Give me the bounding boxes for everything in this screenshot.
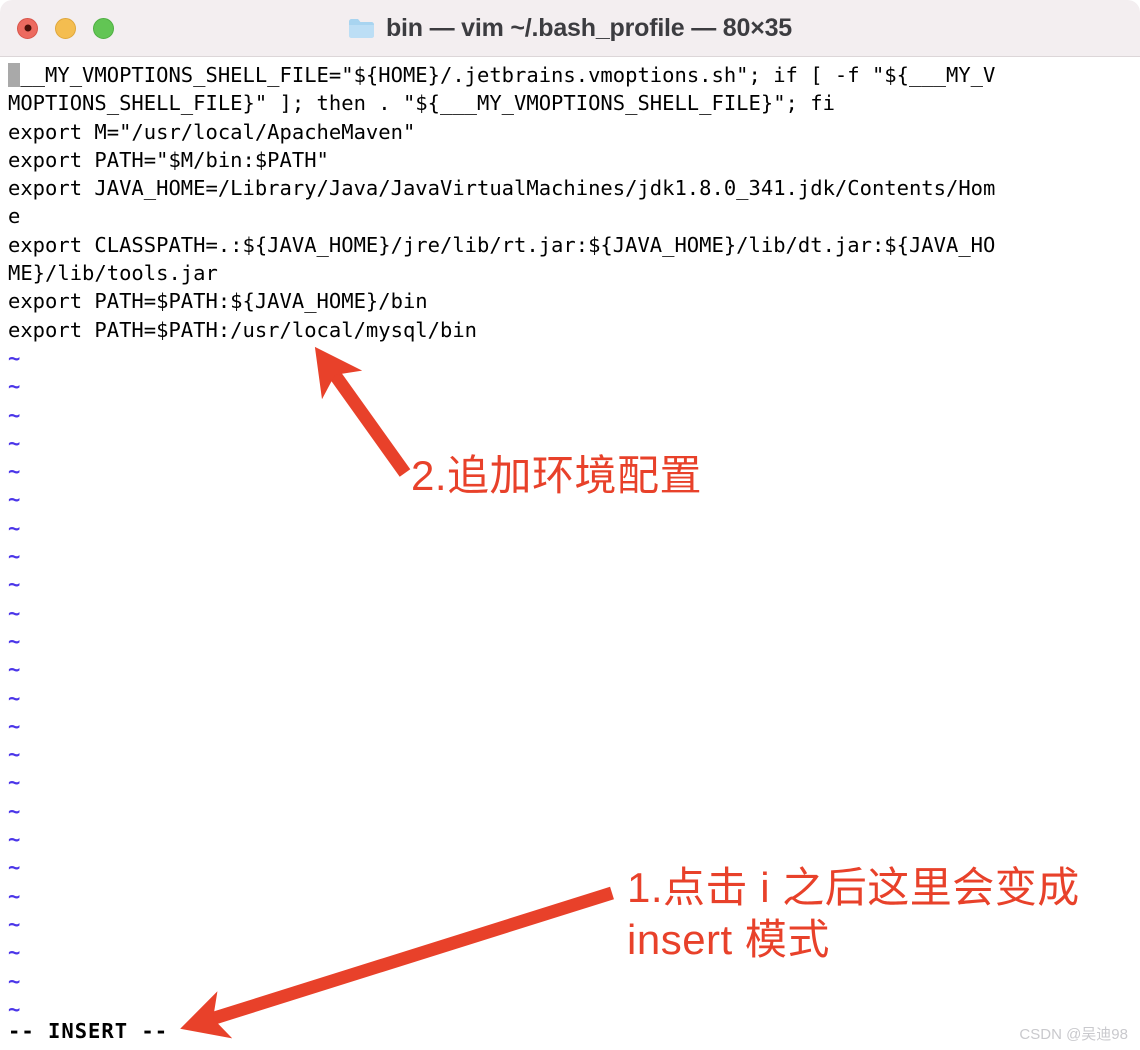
- empty-line-marker: ~: [8, 827, 21, 852]
- window-controls: [17, 0, 114, 56]
- terminal-window: bin — vim ~/.bash_profile — 80×35 __MY_V…: [0, 0, 1140, 1050]
- window-title: bin — vim ~/.bash_profile — 80×35: [385, 13, 793, 42]
- minimize-button[interactable]: [55, 17, 76, 39]
- buffer-line: __MY_VMOPTIONS_SHELL_FILE="${HOME}/.jetb…: [8, 61, 1140, 89]
- close-button[interactable]: [17, 17, 38, 39]
- empty-line-marker: ~: [8, 515, 21, 540]
- empty-line-marker: ~: [8, 544, 21, 569]
- empty-line-marker: ~: [8, 374, 21, 399]
- buffer-line: e: [8, 204, 21, 229]
- empty-line-marker: ~: [8, 742, 21, 767]
- empty-line-marker: ~: [8, 770, 21, 795]
- empty-line-marker: ~: [8, 996, 21, 1021]
- buffer-line: export M="/usr/local/ApacheMaven": [8, 119, 416, 144]
- maximize-button[interactable]: [93, 17, 114, 39]
- buffer-line: ME}/lib/tools.jar: [8, 261, 218, 286]
- title-bar: bin — vim ~/.bash_profile — 80×35: [0, 0, 1140, 57]
- csdn-watermark: CSDN @吴迪98: [1019, 1026, 1128, 1043]
- empty-line-marker: ~: [8, 600, 21, 625]
- folder-icon: [348, 19, 374, 38]
- window-title-group: bin — vim ~/.bash_profile — 80×35: [0, 14, 1140, 43]
- buffer-line: export JAVA_HOME=/Library/Java/JavaVirtu…: [8, 176, 996, 201]
- buffer-line: export PATH=$PATH:/usr/local/mysql/bin: [8, 317, 477, 342]
- buffer-line: export PATH="$M/bin:$PATH": [8, 147, 329, 172]
- annotation-insert-mode-hint: 1.点击 i 之后这里会变成 insert 模式: [627, 864, 1080, 963]
- empty-line-marker: ~: [8, 657, 21, 682]
- buffer-line: MOPTIONS_SHELL_FILE}" ]; then . "${___MY…: [8, 91, 835, 116]
- cursor-block: [8, 63, 21, 87]
- empty-line-marker: ~: [8, 685, 21, 710]
- empty-line-marker: ~: [8, 402, 21, 427]
- empty-line-marker: ~: [8, 628, 21, 653]
- empty-line-marker: ~: [8, 572, 21, 597]
- empty-line-marker: ~: [8, 968, 21, 993]
- buffer-line: export PATH=$PATH:${JAVA_HOME}/bin: [8, 289, 428, 314]
- empty-line-marker: ~: [8, 345, 21, 370]
- empty-line-marker: ~: [8, 713, 21, 738]
- annotation-append-env-config: 2.追加环境配置: [411, 452, 703, 499]
- empty-line-marker: ~: [8, 798, 21, 823]
- buffer-line: export CLASSPATH=.:${JAVA_HOME}/jre/lib/…: [8, 232, 996, 257]
- vim-status-line: -- INSERT --: [8, 1019, 169, 1043]
